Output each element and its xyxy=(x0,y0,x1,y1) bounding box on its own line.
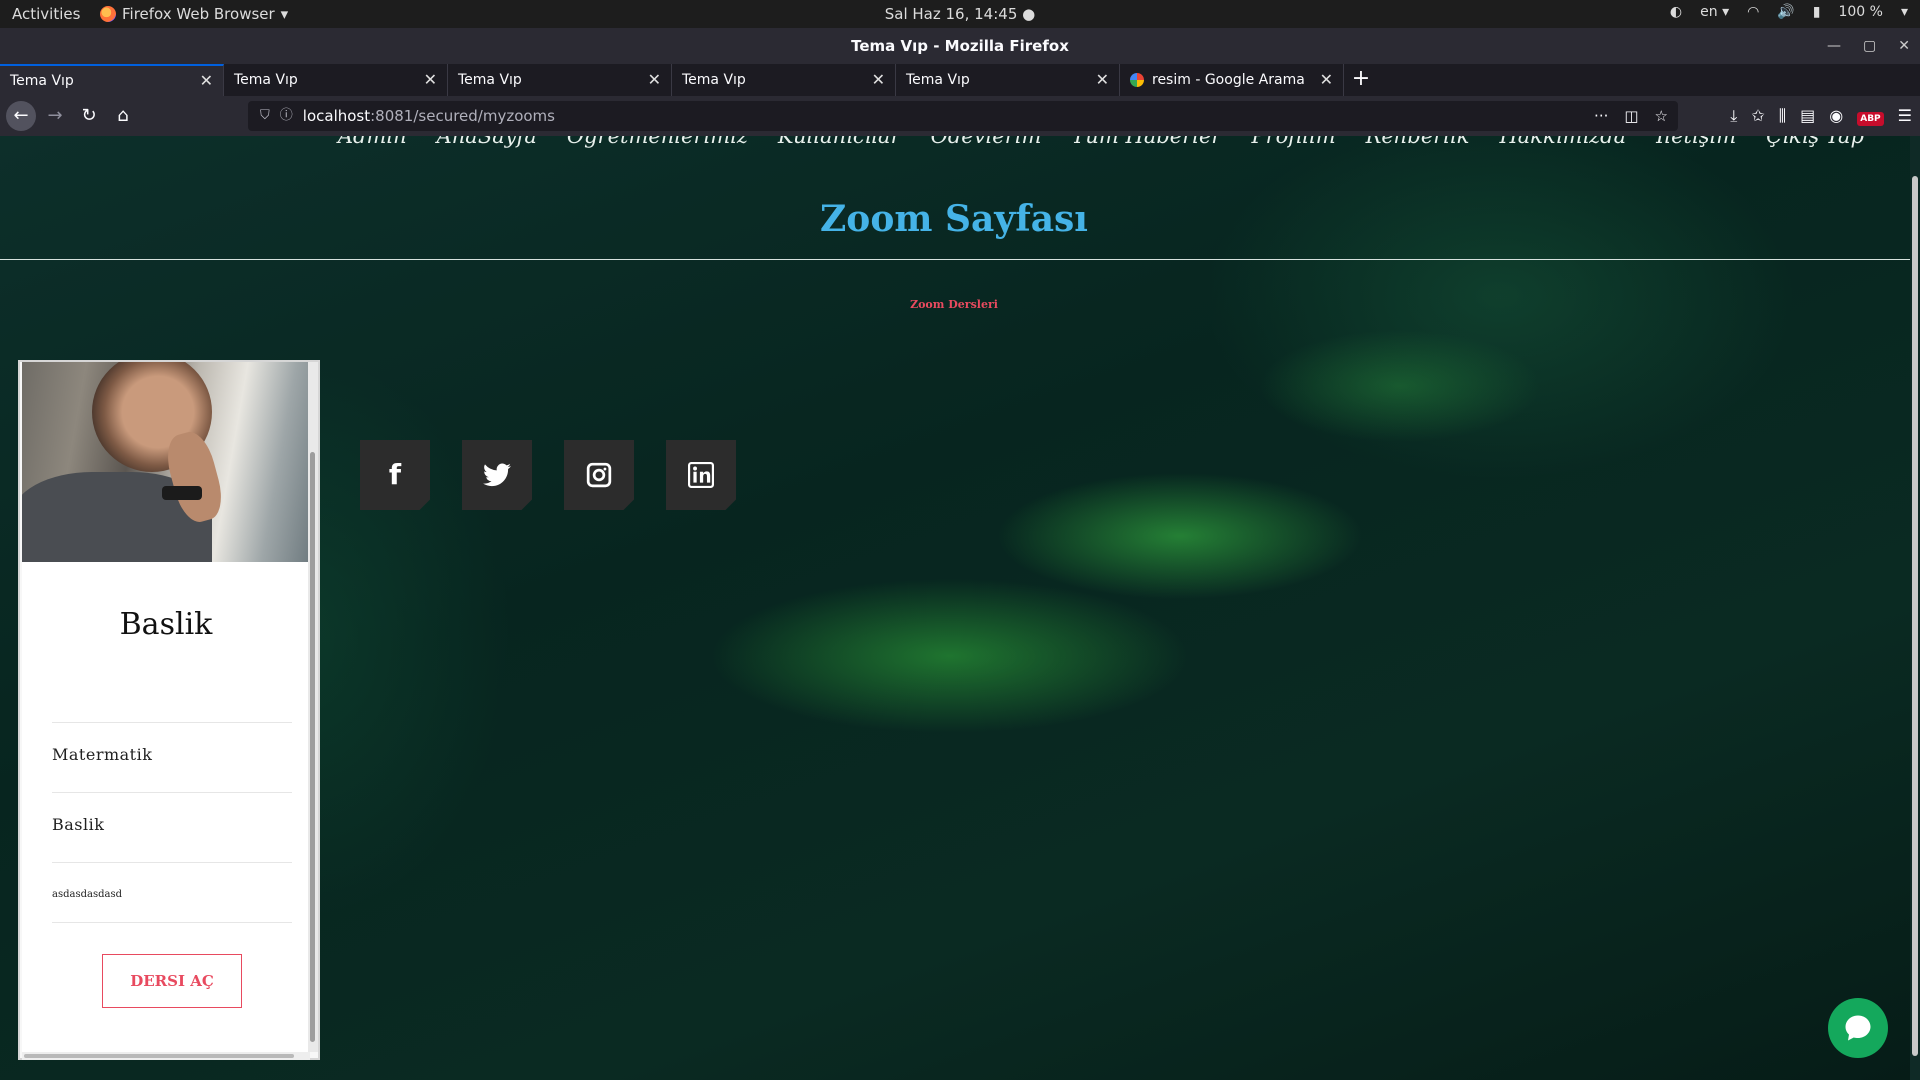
tab-label: Tema Vıp xyxy=(234,72,298,88)
address-bar[interactable]: ⛉ ⓘ localhost:8081/secured/myzooms ··· ◫… xyxy=(248,101,1678,131)
adblock-icon[interactable]: ABP xyxy=(1857,101,1884,131)
tab-label: resim - Google Arama xyxy=(1152,72,1305,88)
notification-dot-icon: ● xyxy=(1022,5,1036,23)
close-tab-icon[interactable]: ✕ xyxy=(648,64,661,96)
close-tab-icon[interactable]: ✕ xyxy=(1096,64,1109,96)
shield-icon[interactable]: ⛉ xyxy=(260,101,270,131)
window-title: Tema Vıp - Mozilla Firefox xyxy=(851,37,1069,55)
minimize-icon[interactable]: — xyxy=(1827,28,1841,64)
clock[interactable]: Sal Haz 16, 14:45 xyxy=(885,5,1018,23)
nav-link-home[interactable]: AnaSayfa xyxy=(437,136,537,148)
close-window-icon[interactable]: ✕ xyxy=(1898,28,1910,64)
maximize-icon[interactable]: ▢ xyxy=(1863,28,1876,64)
close-tab-icon[interactable]: ✕ xyxy=(200,65,213,97)
tab-label: Tema Vıp xyxy=(10,73,74,89)
url-path: :8081/secured/myzooms xyxy=(370,107,555,125)
page-scrollbar[interactable] xyxy=(1910,136,1920,1080)
instagram-icon[interactable] xyxy=(564,440,634,510)
volume-icon: 🔊 xyxy=(1777,4,1795,20)
google-icon xyxy=(1130,73,1144,87)
tab-label: Tema Vıp xyxy=(458,72,522,88)
tab-strip: Tema Vıp ✕ Tema Vıp ✕ Tema Vıp ✕ Tema Vı… xyxy=(0,64,1920,96)
card-body: Baslik Matermatik Baslik asdasdasdasd DE… xyxy=(22,562,310,1052)
facebook-icon[interactable]: f xyxy=(360,440,430,510)
bookmark-star-icon[interactable]: ☆ xyxy=(1655,101,1668,131)
nav-link-homework[interactable]: Ödevlerim xyxy=(931,136,1042,148)
divider xyxy=(52,922,292,923)
close-tab-icon[interactable]: ✕ xyxy=(424,64,437,96)
page-title: Zoom Sayfası xyxy=(820,198,1088,240)
teacher-photo xyxy=(22,362,310,562)
chat-widget-button[interactable] xyxy=(1828,998,1888,1058)
page-actions-icon[interactable]: ··· xyxy=(1594,101,1608,131)
nav-link-teachers[interactable]: Öğretmenlerimiz xyxy=(567,136,748,148)
nav-link-contact[interactable]: İletişim xyxy=(1656,136,1736,148)
new-tab-button[interactable]: + xyxy=(1344,64,1378,96)
system-tray[interactable]: ◐ en ▾ ◠ 🔊 ▮ 100 % ▾ xyxy=(1670,4,1908,20)
bookmarks-star-icon[interactable]: ✩ xyxy=(1751,101,1764,131)
home-button[interactable]: ⌂ xyxy=(108,101,138,131)
tab-label: Tema Vıp xyxy=(906,72,970,88)
system-menu-chevron-icon[interactable]: ▾ xyxy=(1901,4,1908,20)
linkedin-icon[interactable] xyxy=(666,440,736,510)
nav-link-news[interactable]: Tüm Haberler xyxy=(1071,136,1221,148)
social-links: f xyxy=(360,440,736,510)
nav-link-admin[interactable]: Admin xyxy=(338,136,407,148)
forward-button[interactable]: → xyxy=(40,101,70,131)
pocket-icon[interactable]: ◫ xyxy=(1624,101,1638,131)
library-icon[interactable]: ⫼ xyxy=(1779,101,1786,131)
wifi-icon: ◠ xyxy=(1747,4,1760,20)
firefox-icon xyxy=(100,6,116,22)
browser-tab[interactable]: Tema Vıp ✕ xyxy=(896,64,1120,96)
open-lesson-button[interactable]: DERSI AÇ xyxy=(102,954,242,1008)
battery-icon: ▮ xyxy=(1812,4,1821,20)
downloads-icon[interactable]: ⤓ xyxy=(1730,101,1737,131)
zoom-lesson-card[interactable]: Baslik Matermatik Baslik asdasdasdasd DE… xyxy=(18,360,320,1060)
url-host: localhost xyxy=(302,107,371,125)
chat-bubble-icon xyxy=(1845,1015,1871,1041)
nav-link-logout[interactable]: Çıkış Yap xyxy=(1766,136,1864,148)
section-subtitle: Zoom Dersleri xyxy=(910,298,998,311)
window-titlebar: Tema Vıp - Mozilla Firefox — ▢ ✕ xyxy=(0,28,1920,64)
close-tab-icon[interactable]: ✕ xyxy=(872,64,885,96)
card-title: Baslik xyxy=(119,607,213,642)
battery-level: 100 % xyxy=(1838,4,1883,20)
system-top-bar: Activities Firefox Web Browser ▾ Sal Haz… xyxy=(0,0,1920,28)
navigation-toolbar: ← → ↻ ⌂ ⛉ ⓘ localhost:8081/secured/myzoo… xyxy=(0,96,1920,136)
browser-tab[interactable]: Tema Vıp ✕ xyxy=(672,64,896,96)
card-horizontal-scrollbar[interactable] xyxy=(22,1052,310,1060)
card-vertical-scrollbar[interactable] xyxy=(308,362,318,1052)
browser-tab[interactable]: Tema Vıp ✕ xyxy=(224,64,448,96)
sidebar-icon[interactable]: ▤ xyxy=(1800,101,1815,131)
close-tab-icon[interactable]: ✕ xyxy=(1320,64,1333,96)
info-icon[interactable]: ⓘ xyxy=(280,101,293,131)
browser-tab[interactable]: resim - Google Arama ✕ xyxy=(1120,64,1344,96)
language-indicator[interactable]: en ▾ xyxy=(1700,4,1729,20)
page-viewport: Admin AnaSayfa Öğretmenlerimiz Kullanıcı… xyxy=(0,136,1920,1080)
divider xyxy=(0,259,1910,260)
account-icon[interactable]: ◉ xyxy=(1829,101,1843,131)
nav-link-guidance[interactable]: Rehberlik xyxy=(1366,136,1470,148)
nav-link-users[interactable]: Kullanıcılar xyxy=(778,136,901,148)
back-button[interactable]: ← xyxy=(6,101,36,131)
card-description: asdasdasdasd xyxy=(52,862,292,922)
activities-button[interactable]: Activities xyxy=(12,5,80,23)
app-menu[interactable]: Firefox Web Browser ▾ xyxy=(100,5,288,23)
accessibility-icon[interactable]: ◐ xyxy=(1670,4,1682,20)
hamburger-menu-icon[interactable]: ☰ xyxy=(1898,101,1912,131)
twitter-icon[interactable] xyxy=(462,440,532,510)
language-label: en xyxy=(1700,4,1718,20)
app-menu-label: Firefox Web Browser xyxy=(122,5,275,23)
card-subject: Matermatik xyxy=(52,722,292,792)
nav-link-about[interactable]: Hakkımızda xyxy=(1499,136,1626,148)
card-heading: Baslik xyxy=(52,792,292,862)
chevron-down-icon: ▾ xyxy=(280,5,289,23)
browser-tab[interactable]: Tema Vıp ✕ xyxy=(448,64,672,96)
site-navigation: Admin AnaSayfa Öğretmenlerimiz Kullanıcı… xyxy=(0,136,1880,148)
browser-tab[interactable]: Tema Vıp ✕ xyxy=(0,64,224,96)
tab-label: Tema Vıp xyxy=(682,72,746,88)
reload-button[interactable]: ↻ xyxy=(74,101,104,131)
nav-link-profile[interactable]: Profilim xyxy=(1251,136,1335,148)
